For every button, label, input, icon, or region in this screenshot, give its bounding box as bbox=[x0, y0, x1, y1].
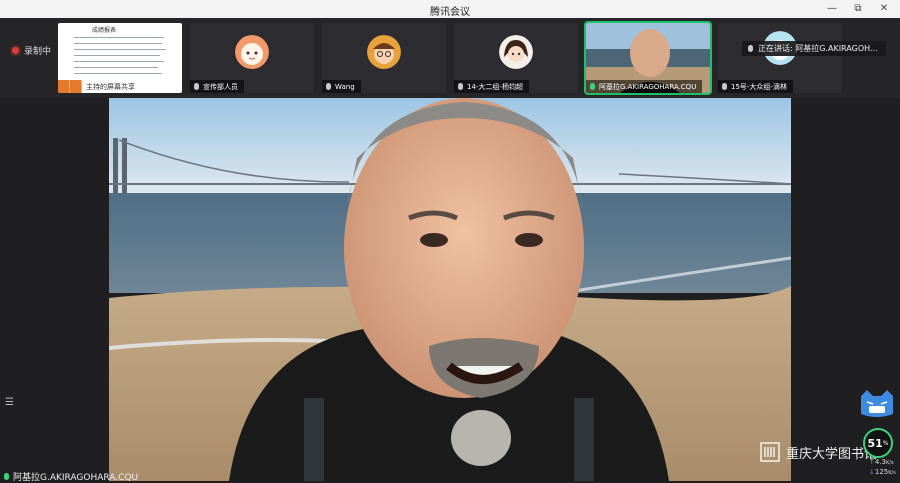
participant-tile[interactable]: Wang bbox=[322, 23, 446, 93]
window-title: 腾讯会议 bbox=[430, 7, 470, 18]
mic-muted-icon bbox=[326, 83, 331, 90]
tile-label: 阿基拉G.AKIRAGOHARA.CQU bbox=[586, 80, 703, 93]
shared-doc-title: 成绩报表 bbox=[92, 27, 117, 34]
person-icon bbox=[58, 80, 70, 93]
tile-label: 宣传部人员 bbox=[190, 80, 244, 93]
cartoon-avatar bbox=[367, 35, 401, 69]
mic-active-icon bbox=[4, 472, 9, 480]
tile-label: 主持的屏幕共享 bbox=[86, 82, 135, 91]
library-logo-icon bbox=[760, 442, 780, 462]
assistant-cat-icon bbox=[861, 390, 893, 417]
participant-tile[interactable]: 14-大二组-杨钧超 bbox=[454, 23, 578, 93]
restore-icon[interactable]: ⧉ bbox=[847, 1, 869, 17]
tile-label: 15号-大众组-滴林 bbox=[718, 80, 793, 93]
cartoon-avatar bbox=[499, 35, 533, 69]
mic-active-icon bbox=[590, 83, 595, 90]
speaker-avatar-icon bbox=[748, 45, 753, 52]
recording-indicator[interactable]: 录制中 bbox=[12, 44, 51, 57]
download-rate: ↓125K/s bbox=[869, 468, 896, 476]
participant-tile[interactable]: 15号-大众组-滴林 bbox=[718, 23, 842, 93]
mic-muted-icon bbox=[194, 83, 199, 90]
tile-label: Wang bbox=[322, 80, 361, 93]
screen-share-badge bbox=[58, 80, 82, 93]
participant-tile-screen-share[interactable]: 成绩报表 主持的屏幕共享 bbox=[58, 23, 182, 93]
cartoon-avatar bbox=[235, 35, 269, 69]
record-dot-icon bbox=[12, 47, 19, 54]
main-speaker-label: 阿基拉G.AKIRAGOHARA.CQU bbox=[0, 469, 138, 483]
screen-icon bbox=[70, 80, 82, 93]
participant-tile[interactable]: 宣传部人员 bbox=[190, 23, 314, 93]
list-menu-icon[interactable]: ☰ bbox=[5, 397, 14, 408]
speaker-video-frame bbox=[109, 98, 791, 481]
mic-muted-icon bbox=[458, 83, 463, 90]
mic-muted-icon bbox=[722, 83, 727, 90]
minimize-icon[interactable]: — bbox=[821, 1, 843, 17]
talking-indicator: 正在讲话: 阿基拉G.AKIRAGOH... bbox=[742, 41, 886, 56]
close-icon[interactable]: ✕ bbox=[873, 1, 895, 17]
network-quality-ring: 51% bbox=[863, 428, 893, 458]
tile-label: 14-大二组-杨钧超 bbox=[454, 80, 529, 93]
network-status-widget[interactable]: 51% ↑4.3K/s ↓125K/s bbox=[857, 388, 897, 483]
participant-tile-active-speaker[interactable]: 阿基拉G.AKIRAGOHARA.CQU bbox=[584, 21, 712, 95]
upload-rate: ↑4.3K/s bbox=[869, 458, 894, 466]
recording-label: 录制中 bbox=[24, 47, 52, 57]
main-speaker-video bbox=[109, 98, 791, 481]
title-bar: 腾讯会议 — ⧉ ✕ bbox=[0, 0, 900, 18]
